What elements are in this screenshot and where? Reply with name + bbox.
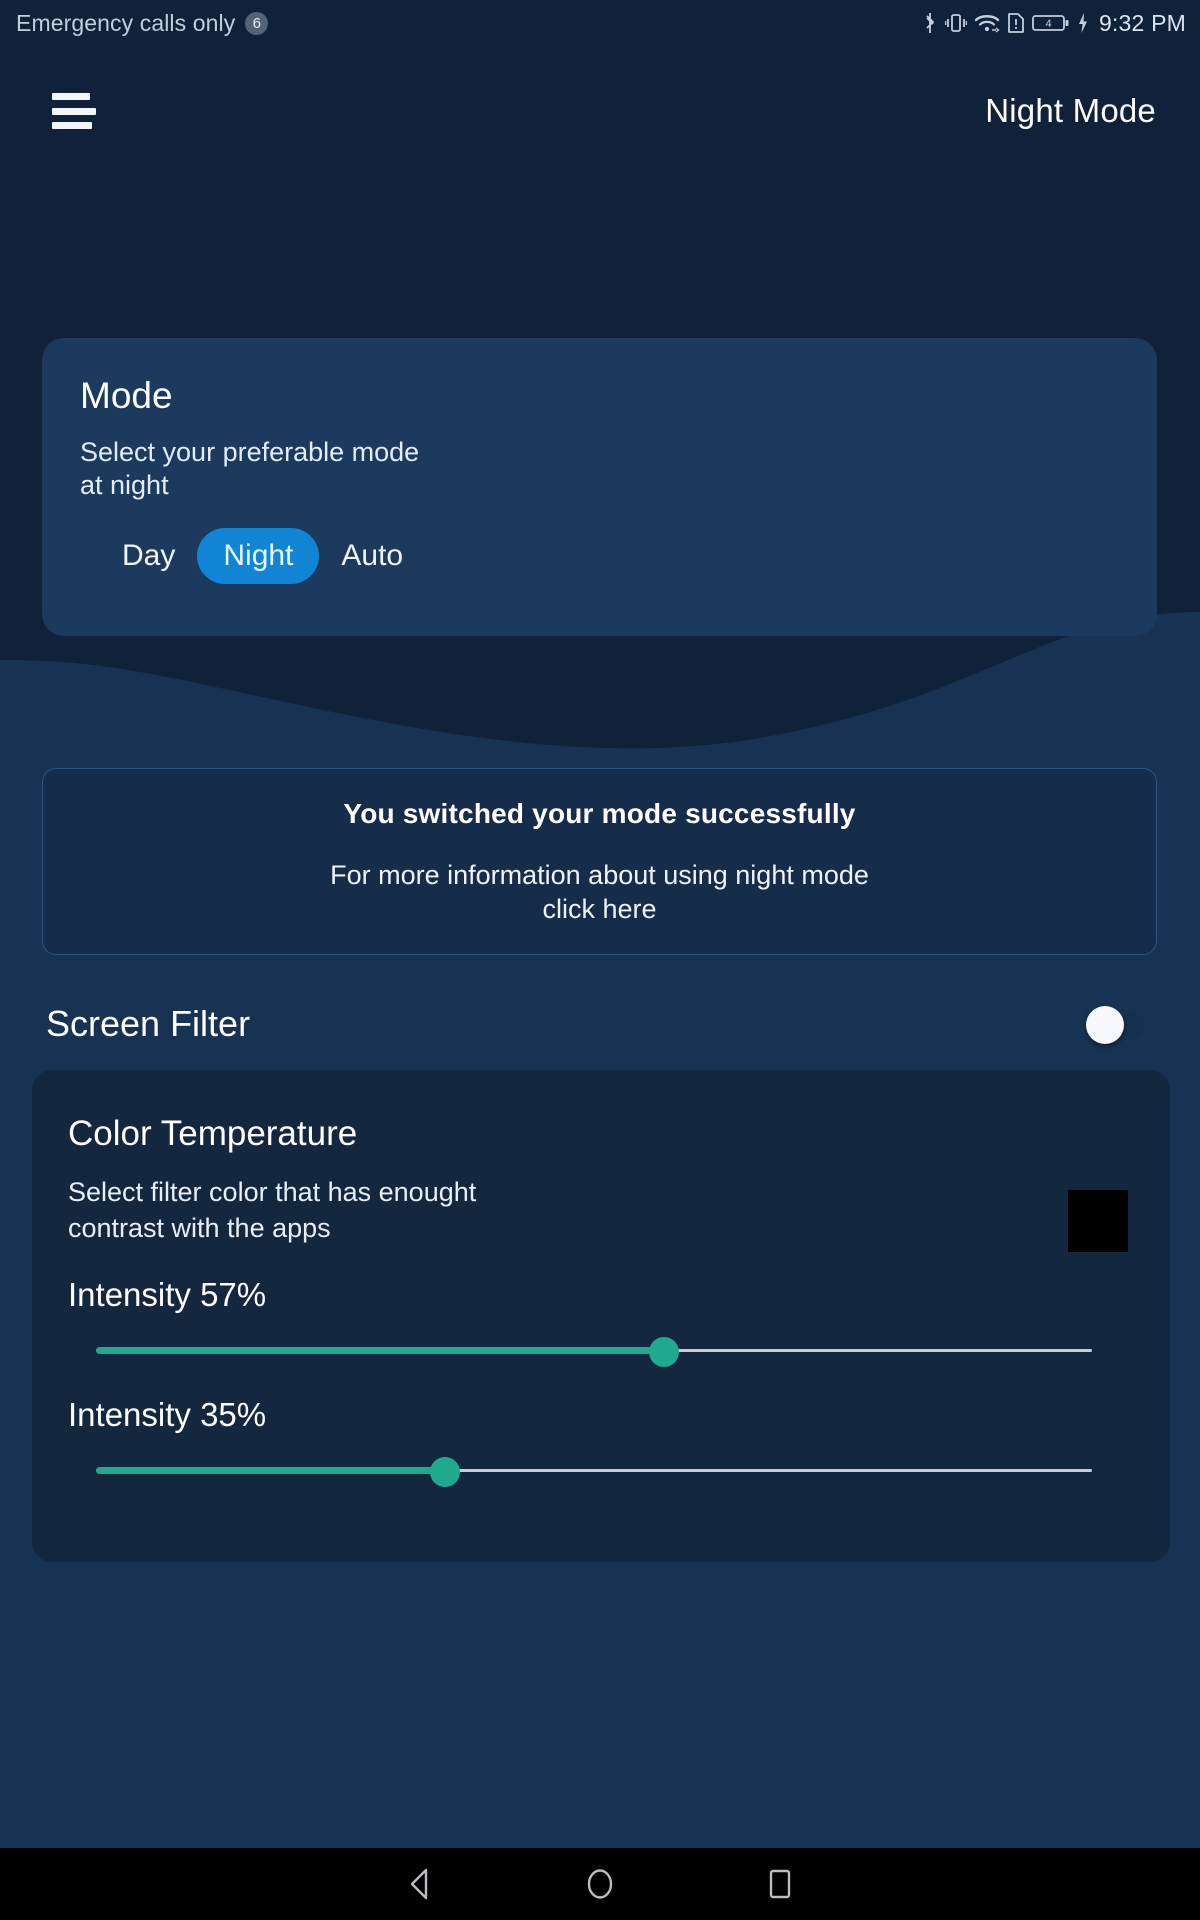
status-bar: Emergency calls only 6 4 9:32 PM [0,0,1200,46]
color-temperature-title: Color Temperature [68,1114,358,1153]
wifi-icon [974,11,1000,35]
filter-color-swatch[interactable] [1068,1190,1128,1252]
charging-bolt-icon [1077,12,1089,34]
slider-fill [96,1467,445,1474]
hamburger-menu-icon[interactable] [52,93,96,129]
home-icon[interactable] [568,1852,632,1916]
status-bar-left: Emergency calls only 6 [16,9,269,37]
color-temperature-card: Color Temperature Select filter color th… [32,1070,1170,1562]
screen-filter-toggle[interactable] [1086,1006,1144,1044]
slider-thumb[interactable] [430,1457,460,1487]
toggle-knob [1086,1006,1124,1044]
back-icon[interactable] [388,1852,452,1916]
screen-filter-row: Screen Filter [0,978,1200,1070]
mode-switch-success-text: You switched your mode successfully [343,797,856,829]
svg-text:4: 4 [1045,18,1051,30]
hamburger-bar-2 [52,107,96,115]
intensity-slider-2[interactable] [96,1456,1092,1487]
status-bar-right: 4 9:32 PM [922,10,1186,37]
mode-card: Mode Select your preferable mode at nigh… [42,338,1157,636]
intensity-slider-1[interactable] [96,1336,1092,1367]
notification-count-badge: 6 [245,11,269,35]
recents-icon[interactable] [748,1852,812,1916]
hamburger-bar-1 [52,93,90,100]
color-temperature-subtitle: Select filter color that has enought con… [68,1177,477,1243]
mode-switch-info-card[interactable]: You switched your mode successfully For … [42,768,1157,955]
slider-thumb[interactable] [649,1337,679,1367]
clock-label: 9:32 PM [1098,9,1186,36]
android-navigation-bar [0,1848,1200,1920]
screen-filter-label: Screen Filter [46,1003,251,1044]
phone-screen: Emergency calls only 6 4 9:32 PM Night M… [0,0,1200,1920]
vibrate-icon [944,11,967,35]
intensity-slider-block-1: Intensity 57% [68,1276,1170,1367]
mode-option-auto[interactable]: Auto [319,528,425,584]
slider-fill [96,1347,664,1354]
intensity-label-1: Intensity 57% [68,1276,267,1313]
intensity-label-2: Intensity 35% [68,1396,267,1433]
app-bar: Night Mode [0,46,1200,176]
battery-icon: 4 [1032,12,1070,34]
page-title: Night Mode [985,92,1156,129]
carrier-label: Emergency calls only [16,9,236,36]
intensity-slider-block-2: Intensity 35% [68,1396,1170,1487]
mode-option-night[interactable]: Night [197,528,320,584]
bluetooth-icon [922,11,938,35]
mode-option-group: Day Night Auto [100,528,1157,584]
mode-card-title: Mode [80,375,173,416]
mode-option-day[interactable]: Day [100,528,197,584]
sim-alert-icon [1007,11,1025,35]
mode-switch-info-text[interactable]: For more information about using night m… [330,858,869,926]
mode-card-subtitle: Select your preferable mode at night [80,437,420,500]
hamburger-bar-3 [52,122,92,129]
